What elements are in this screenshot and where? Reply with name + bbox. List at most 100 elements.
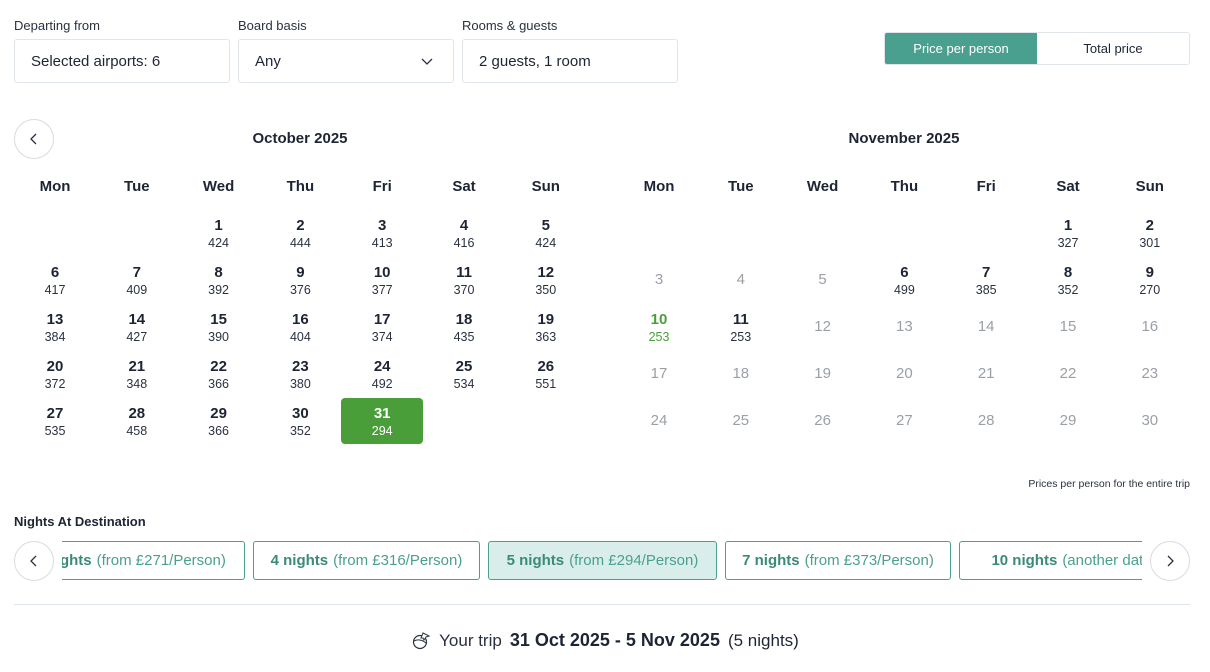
day-price: 404 [289,330,311,344]
day-number: 10 [373,264,391,281]
calendar-day[interactable]: 9 376 [259,257,341,303]
calendar-day[interactable]: 5 424 [505,210,587,256]
calendar-day[interactable]: 27 535 [14,398,96,444]
day-number: 18 [732,365,750,382]
calendar-day[interactable]: 6 417 [14,257,96,303]
nights-option[interactable]: 7 nights (from £373/Person) [725,541,951,580]
rooms-guests-field[interactable]: 2 guests, 1 room [462,39,678,83]
calendar-day[interactable]: 12 350 [505,257,587,303]
day-number: 20 [896,365,913,382]
calendar-day[interactable]: 21 348 [96,351,178,397]
plane-globe-icon [413,631,431,649]
calendar-day[interactable]: 19 363 [505,304,587,350]
price-mode-toggle: Price per person Total price [884,32,1190,65]
calendar-day[interactable]: 7 409 [96,257,178,303]
calendar-day[interactable]: 16 404 [259,304,341,350]
day-number: 8 [214,264,223,281]
nights-prev-button[interactable] [14,541,54,581]
day-number: 23 [1141,365,1159,382]
nights-option[interactable]: 10 nights(another date) [959,541,1142,580]
calendar-day[interactable]: 18 435 [423,304,505,350]
calendar-day[interactable]: 9 270 [1109,257,1191,303]
calendar-day[interactable]: 11 253 [700,304,782,350]
day-number: 5 [541,217,550,234]
day-number: 19 [814,365,831,382]
calendar-day[interactable]: 31 294 [341,398,424,444]
calendar-day[interactable]: 13 384 [14,304,96,350]
weekday-mon: Mon [643,178,675,195]
day-number: 9 [296,264,305,281]
day-number: 18 [455,311,473,328]
day-number: 26 [814,412,831,429]
day-price: 352 [1057,283,1079,297]
calendar-day[interactable]: 8 352 [1027,257,1109,303]
board-basis-select[interactable]: Any [238,39,454,83]
calendar-day[interactable]: 10 253 [618,304,700,350]
prev-month-button[interactable] [14,119,54,159]
day-number: 3 [654,271,664,288]
day-number: 12 [814,318,831,335]
calendar-day[interactable]: 25 534 [423,351,505,397]
price-note: Prices per person for the entire trip [1028,478,1190,490]
nights-option-price: (another date) [1062,552,1142,569]
day-number: 4 [459,217,469,234]
calendar-day[interactable]: 30 352 [259,398,341,444]
calendar-day: 16 [1109,304,1191,350]
calendar-day[interactable]: 1 327 [1027,210,1109,256]
calendar-day[interactable]: 20 372 [14,351,96,397]
calendar-day: 15 [1027,304,1109,350]
day-number: 14 [128,311,146,328]
day-number: 11 [732,311,749,328]
calendar-day[interactable]: 24 492 [341,351,423,397]
day-price: 366 [208,424,230,438]
day-number: 6 [900,264,909,281]
day-number: 27 [46,405,64,422]
calendar-day[interactable]: 7 385 [945,257,1027,303]
calendar-day[interactable]: 1 424 [178,210,260,256]
day-number: 16 [1141,318,1159,335]
calendar-day[interactable]: 2 301 [1109,210,1191,256]
calendar-day[interactable]: 8 392 [178,257,260,303]
chevron-right-icon [1167,555,1174,567]
calendar-day[interactable]: 4 416 [423,210,505,256]
calendar-day[interactable]: 10 377 [341,257,423,303]
calendar-day[interactable]: 26 551 [505,351,587,397]
calendar-day: 5 [782,257,864,303]
day-number: 23 [292,358,309,375]
nights-option-label: 5 nights [506,552,565,569]
calendar-day[interactable]: 2 444 [259,210,341,256]
calendar-day: 30 [1109,398,1191,444]
calendar-day[interactable]: 22 366 [178,351,260,397]
nights-option[interactable]: 4 nights (from £316/Person) [253,541,480,580]
calendar-day[interactable]: 23 380 [259,351,341,397]
calendar-day[interactable]: 14 427 [96,304,178,350]
day-price: 253 [730,330,752,344]
calendar-day[interactable]: 15 390 [178,304,260,350]
total-price-button[interactable]: Total price [1037,33,1189,64]
calendar-day[interactable]: 6 499 [863,257,945,303]
nights-option-label: 10 nights [991,552,1058,569]
calendar-day: 27 [863,398,945,444]
weekday-thu: Thu [286,178,315,195]
departing-field[interactable]: Selected airports: 6 [14,39,230,83]
nights-option[interactable]: 3 nights(from £271/Person) [62,541,245,580]
day-price: 499 [893,283,915,297]
weekday-fri: Fri [976,178,996,195]
nights-option[interactable]: 5 nights (from £294/Person) [488,541,717,580]
price-per-person-button[interactable]: Price per person [885,33,1037,64]
day-price: 534 [453,377,475,391]
weekday-tue: Tue [124,178,150,195]
calendar-day[interactable]: 17 374 [341,304,423,350]
day-number: 13 [46,311,64,328]
day-price: 390 [208,330,230,344]
calendar-day[interactable]: 29 366 [178,398,260,444]
calendar-day[interactable]: 3 413 [341,210,423,256]
weekday-sun: Sun [1135,178,1164,195]
calendar-day[interactable]: 11 370 [423,257,505,303]
day-price: 350 [535,283,557,297]
day-number: 28 [977,412,995,429]
nights-next-button[interactable] [1150,541,1190,581]
calendar-day[interactable]: 28 458 [96,398,178,444]
day-price: 366 [208,377,230,391]
chevron-left-icon [30,133,37,145]
